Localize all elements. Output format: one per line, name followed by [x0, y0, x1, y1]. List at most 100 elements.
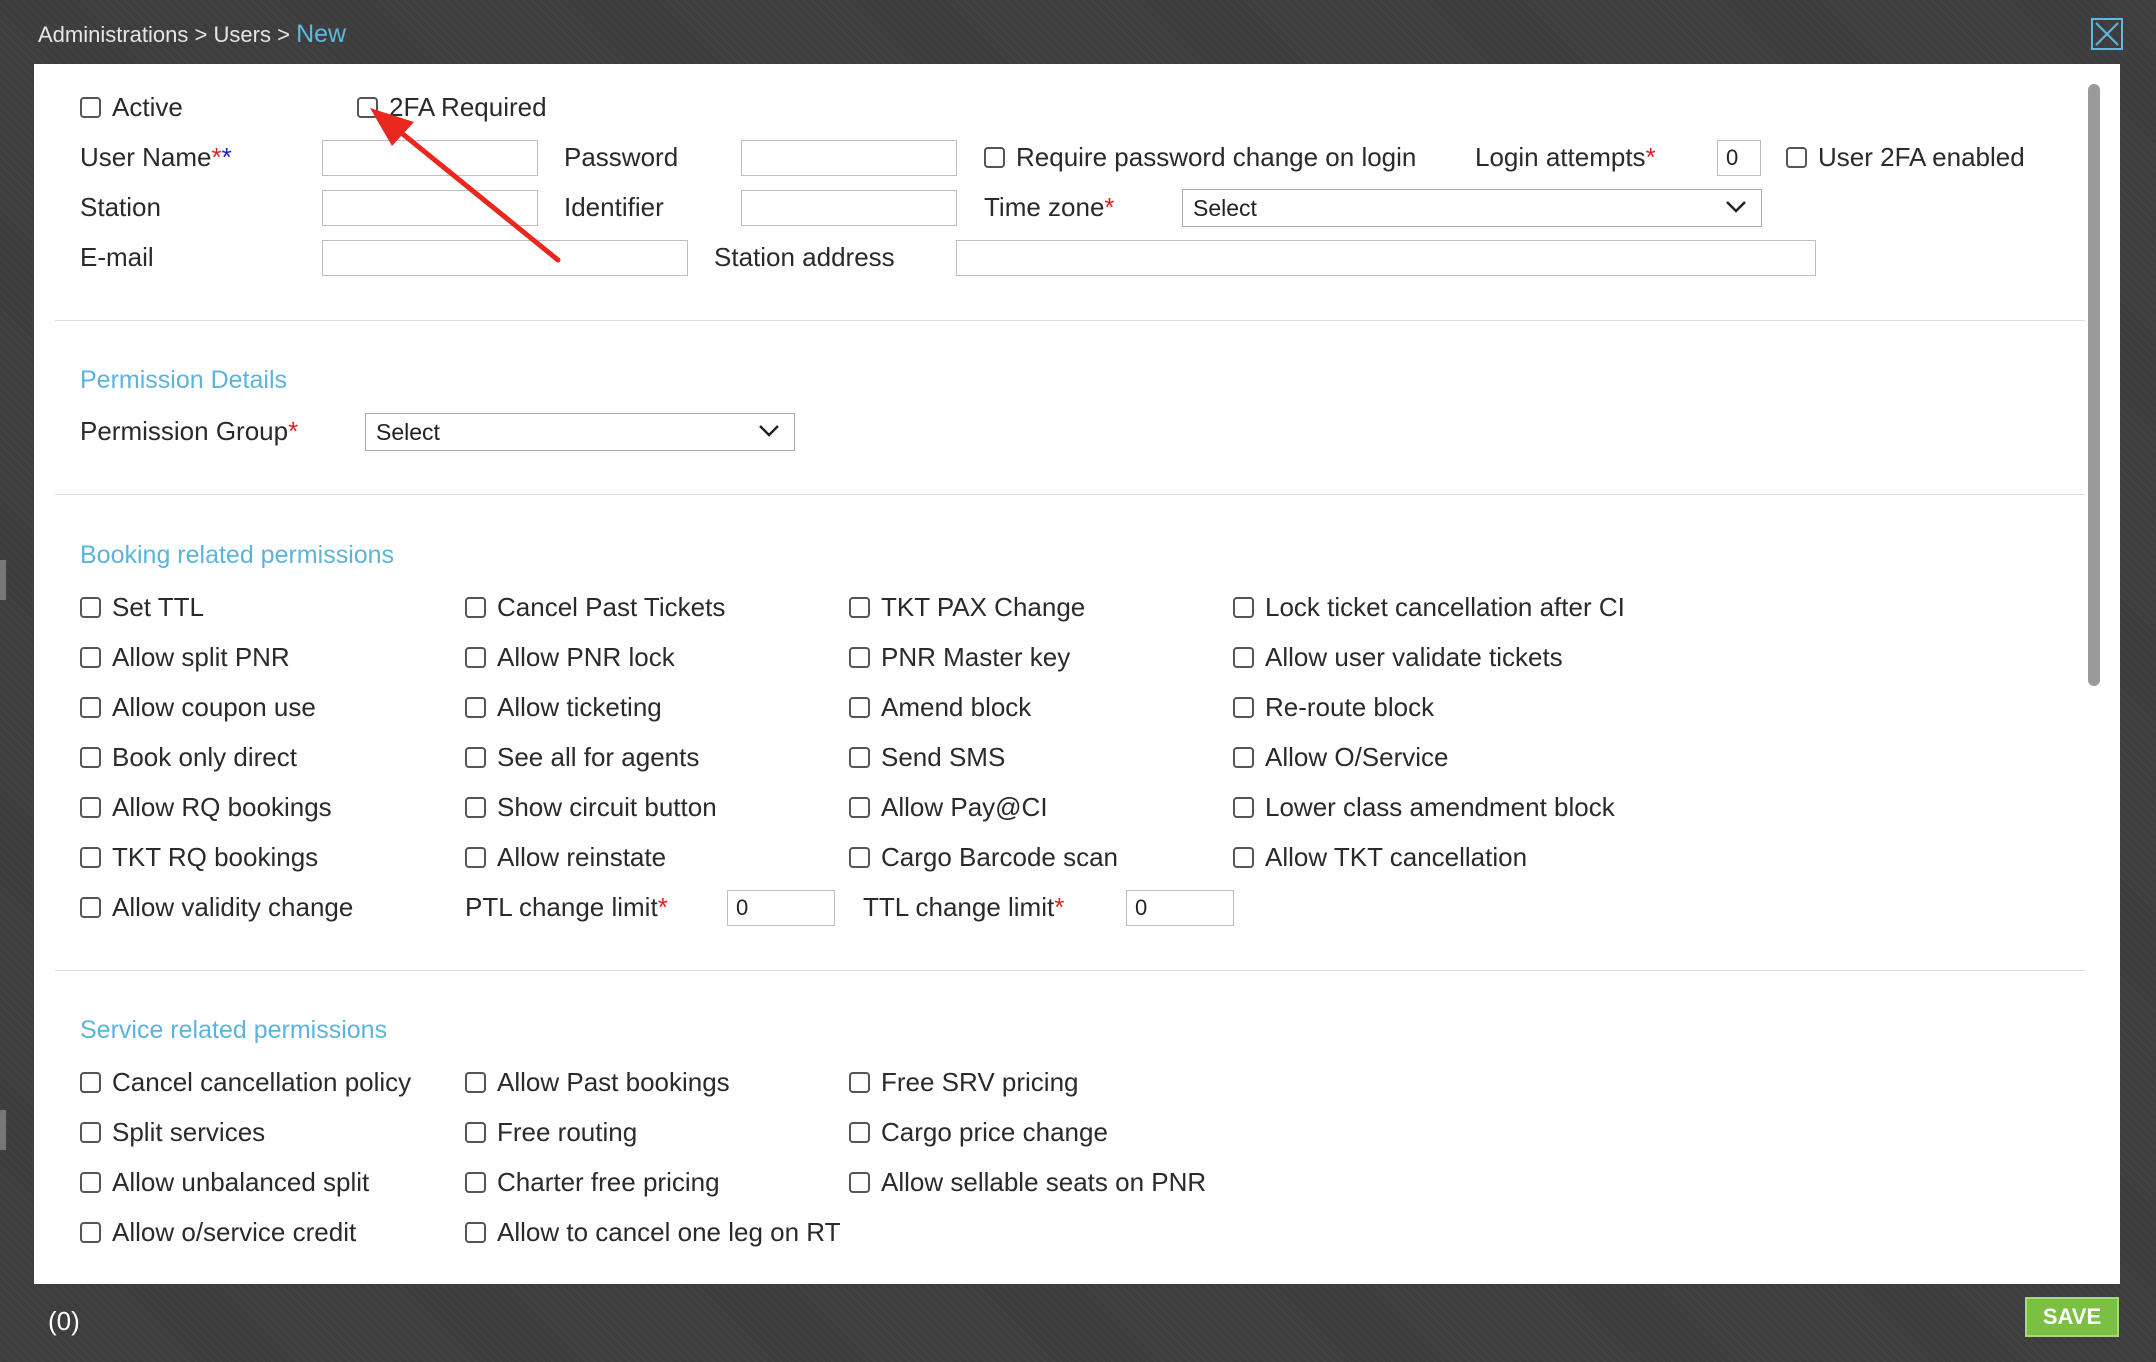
checkbox-box[interactable]	[80, 1121, 101, 1143]
checkbox-label: Cancel cancellation policy	[112, 1067, 412, 1097]
checkbox-box[interactable]	[80, 796, 101, 818]
checkbox-box[interactable]	[1786, 146, 1807, 168]
checkbox-box[interactable]	[1233, 746, 1254, 768]
ttl-change-limit-input[interactable]: 0	[1126, 890, 1234, 926]
checkbox-box[interactable]	[1233, 646, 1254, 668]
checkbox-box[interactable]	[1233, 696, 1254, 718]
scrollbar-thumb[interactable]	[2088, 84, 2100, 686]
checkbox-box[interactable]	[1233, 796, 1254, 818]
checkbox-box[interactable]	[465, 646, 486, 668]
email-label: E-mail	[80, 242, 154, 272]
station-address-input[interactable]	[956, 240, 1816, 276]
checkbox-box[interactable]	[984, 146, 1005, 168]
checkbox-label: TKT PAX Change	[881, 592, 1086, 622]
checkbox-box[interactable]	[465, 796, 486, 818]
active-checkbox[interactable]: Active	[80, 91, 183, 123]
checkbox-box[interactable]	[465, 746, 486, 768]
allow-o-service-credit-checkbox[interactable]: Allow o/service credit	[80, 1216, 356, 1248]
ptl-change-limit-input[interactable]: 0	[727, 890, 835, 926]
breadcrumb-administrations[interactable]: Administrations	[38, 22, 188, 47]
checkbox-box[interactable]	[80, 746, 101, 768]
split-services-checkbox[interactable]: Split services	[80, 1116, 265, 1148]
allow-validity-change-checkbox[interactable]: Allow validity change	[80, 891, 353, 923]
allow-split-pnr-checkbox[interactable]: Allow split PNR	[80, 641, 290, 673]
allow-pnr-lock-checkbox[interactable]: Allow PNR lock	[465, 641, 675, 673]
re-route-block-checkbox[interactable]: Re-route block	[1233, 691, 1434, 723]
checkbox-label: Allow Past bookings	[497, 1067, 730, 1097]
checkbox-box[interactable]	[849, 596, 870, 618]
checkbox-box[interactable]	[80, 896, 101, 918]
checkbox-box[interactable]	[80, 1171, 101, 1193]
identifier-input[interactable]	[741, 190, 957, 226]
allow-unbalanced-split-checkbox[interactable]: Allow unbalanced split	[80, 1166, 369, 1198]
allow-sellable-seats-on-pnr-checkbox[interactable]: Allow sellable seats on PNR	[849, 1166, 1206, 1198]
lock-ticket-cancellation-after-ci-checkbox[interactable]: Lock ticket cancellation after CI	[1233, 591, 1625, 623]
checkbox-box[interactable]	[80, 96, 101, 118]
cargo-barcode-scan-checkbox[interactable]: Cargo Barcode scan	[849, 841, 1118, 873]
allow-coupon-use-checkbox[interactable]: Allow coupon use	[80, 691, 316, 723]
send-sms-checkbox[interactable]: Send SMS	[849, 741, 1005, 773]
checkbox-box[interactable]	[465, 1121, 486, 1143]
password-input[interactable]	[741, 140, 957, 176]
set-ttl-checkbox[interactable]: Set TTL	[80, 591, 204, 623]
allow-tkt-cancellation-checkbox[interactable]: Allow TKT cancellation	[1233, 841, 1527, 873]
checkbox-box[interactable]	[80, 1071, 101, 1093]
checkbox-box[interactable]	[465, 596, 486, 618]
allow-pay-ci-checkbox[interactable]: Allow Pay@CI	[849, 791, 1048, 823]
checkbox-box[interactable]	[465, 1071, 486, 1093]
checkbox-box[interactable]	[465, 1221, 486, 1243]
allow-reinstate-checkbox[interactable]: Allow reinstate	[465, 841, 666, 873]
close-button[interactable]	[2091, 18, 2123, 50]
checkbox-box[interactable]	[1233, 846, 1254, 868]
allow-o-service-checkbox[interactable]: Allow O/Service	[1233, 741, 1449, 773]
checkbox-box[interactable]	[465, 846, 486, 868]
allow-user-validate-tickets-checkbox[interactable]: Allow user validate tickets	[1233, 641, 1563, 673]
checkbox-box[interactable]	[1233, 596, 1254, 618]
checkbox-label: Allow sellable seats on PNR	[881, 1167, 1207, 1197]
permission-group-label: Permission Group*	[80, 416, 299, 446]
breadcrumb-users[interactable]: Users	[214, 22, 271, 47]
tkt-pax-change-checkbox[interactable]: TKT PAX Change	[849, 591, 1085, 623]
see-all-for-agents-checkbox[interactable]: See all for agents	[465, 741, 699, 773]
checkbox-box[interactable]	[849, 1171, 870, 1193]
checkbox-box[interactable]	[849, 1121, 870, 1143]
save-button[interactable]: SAVE	[2025, 1297, 2119, 1337]
require-password-change-checkbox[interactable]: Require password change on login	[984, 141, 1416, 173]
permission-group-select[interactable]: Select	[365, 413, 795, 451]
cancel-cancellation-policy-checkbox[interactable]: Cancel cancellation policy	[80, 1066, 411, 1098]
checkbox-box[interactable]	[849, 846, 870, 868]
checkbox-box[interactable]	[80, 596, 101, 618]
allow-to-cancel-one-leg-on-rt-checkbox[interactable]: Allow to cancel one leg on RT	[465, 1216, 841, 1248]
checkbox-box[interactable]	[465, 1171, 486, 1193]
booking-permissions-title: Booking related permissions	[80, 541, 395, 569]
checkbox-box[interactable]	[80, 1221, 101, 1243]
cargo-price-change-checkbox[interactable]: Cargo price change	[849, 1116, 1108, 1148]
allow-rq-bookings-checkbox[interactable]: Allow RQ bookings	[80, 791, 332, 823]
section-divider	[55, 320, 2085, 321]
free-routing-checkbox[interactable]: Free routing	[465, 1116, 637, 1148]
background-edge	[0, 560, 6, 600]
show-circuit-button-checkbox[interactable]: Show circuit button	[465, 791, 717, 823]
checkbox-box[interactable]	[849, 746, 870, 768]
checkbox-box[interactable]	[849, 796, 870, 818]
free-srv-pricing-checkbox[interactable]: Free SRV pricing	[849, 1066, 1079, 1098]
checkbox-box[interactable]	[465, 696, 486, 718]
cancel-past-tickets-checkbox[interactable]: Cancel Past Tickets	[465, 591, 725, 623]
charter-free-pricing-checkbox[interactable]: Charter free pricing	[465, 1166, 720, 1198]
checkbox-box[interactable]	[849, 646, 870, 668]
user-2fa-enabled-checkbox[interactable]: User 2FA enabled	[1786, 141, 2025, 173]
allow-past-bookings-checkbox[interactable]: Allow Past bookings	[465, 1066, 730, 1098]
tkt-rq-bookings-checkbox[interactable]: TKT RQ bookings	[80, 841, 318, 873]
amend-block-checkbox[interactable]: Amend block	[849, 691, 1031, 723]
checkbox-box[interactable]	[80, 846, 101, 868]
lower-class-amendment-block-checkbox[interactable]: Lower class amendment block	[1233, 791, 1615, 823]
pnr-master-key-checkbox[interactable]: PNR Master key	[849, 641, 1070, 673]
checkbox-box[interactable]	[849, 1071, 870, 1093]
timezone-select[interactable]: Select	[1182, 189, 1762, 227]
checkbox-box[interactable]	[80, 696, 101, 718]
login-attempts-input[interactable]: 0	[1717, 140, 1761, 176]
book-only-direct-checkbox[interactable]: Book only direct	[80, 741, 297, 773]
allow-ticketing-checkbox[interactable]: Allow ticketing	[465, 691, 662, 723]
checkbox-box[interactable]	[80, 646, 101, 668]
checkbox-box[interactable]	[849, 696, 870, 718]
